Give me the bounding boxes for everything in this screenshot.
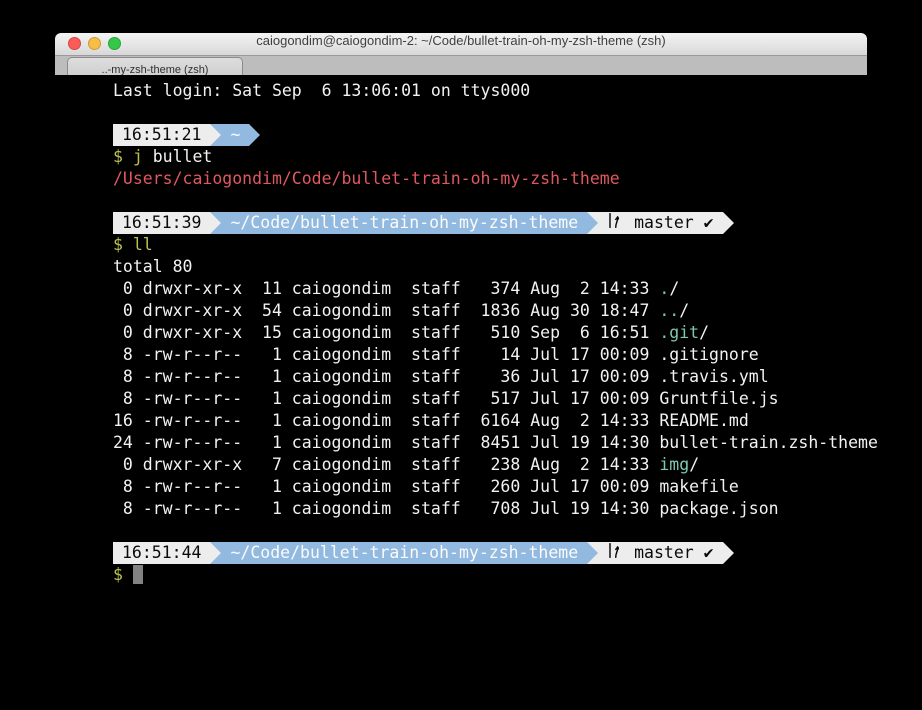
terminal-text-span: 24 -rw-r--r-- 1 caiogondim staff 8451 Ju… [113,433,878,452]
terminal-text-span: 8 -rw-r--r-- 1 caiogondim staff 708 Jul … [113,499,779,518]
file-row: 24 -rw-r--r-- 1 caiogondim staff 8451 Ju… [113,432,867,454]
prompt-path-segment: ~ [221,124,249,146]
powerline-arrow-triangle [249,124,260,146]
powerline-arrow-triangle [587,212,598,234]
terminal-text-span: $ [113,565,133,584]
terminal-body[interactable]: Last login: Sat Sep 6 13:06:01 on ttys00… [55,75,867,710]
terminal-text-span: 16 -rw-r--r-- 1 caiogondim staff 6164 Au… [113,411,749,430]
terminal-line: $ ll [113,234,867,256]
terminal-line: $ [113,564,867,586]
terminal-line: Last login: Sat Sep 6 13:06:01 on ttys00… [113,80,867,102]
terminal-text-span: $ j [113,147,143,166]
close-button[interactable] [68,37,81,50]
terminal-text-span: bullet [143,147,213,166]
terminal-text-span: Last login: Sat Sep 6 13:06:01 on ttys00… [113,81,530,100]
terminal-text-span: 8 -rw-r--r-- 1 caiogondim staff 14 Jul 1… [113,345,759,364]
powerline-arrow-triangle [210,124,221,146]
zoom-button[interactable] [108,37,121,50]
terminal-text-span: . [659,279,669,298]
git-clean-check-icon: ✔ [704,212,714,234]
terminal-window: caiogondim@caiogondim-2: ~/Code/bullet-t… [55,33,867,77]
file-row: 0 drwxr-xr-x 11 caiogondim staff 374 Aug… [113,278,867,300]
powerline-arrow-icon [249,124,260,146]
terminal-text-span: / [669,279,679,298]
prompt-line: 16:51:44 ~/Code/bullet-train-oh-my-zsh-th… [113,542,867,564]
text-cursor [133,565,143,584]
terminal-text-span: /Users/caiogondim/Code/bullet-train-oh-m… [113,169,620,188]
prompt-git-segment: master ✔ [598,542,722,564]
file-row: 8 -rw-r--r-- 1 caiogondim staff 517 Jul … [113,388,867,410]
git-branch-icon [607,542,619,565]
terminal-text-span: img [659,455,689,474]
terminal-text-span: / [689,455,699,474]
file-row: 0 drwxr-xr-x 7 caiogondim staff 238 Aug … [113,454,867,476]
terminal-text-span: / [699,323,709,342]
terminal-line [113,520,867,542]
window-controls [68,37,121,50]
terminal-line: total 80 [113,256,867,278]
minimize-button[interactable] [88,37,101,50]
terminal-line [113,190,867,212]
file-row: 16 -rw-r--r-- 1 caiogondim staff 6164 Au… [113,410,867,432]
powerline-arrow-icon [723,212,734,234]
file-row: 8 -rw-r--r-- 1 caiogondim staff 260 Jul … [113,476,867,498]
window-titlebar[interactable]: caiogondim@caiogondim-2: ~/Code/bullet-t… [55,33,867,56]
git-branch-icon [607,212,619,235]
terminal-text-span: 8 -rw-r--r-- 1 caiogondim staff 517 Jul … [113,389,779,408]
file-row: 8 -rw-r--r-- 1 caiogondim staff 708 Jul … [113,498,867,520]
terminal-text-span: 0 drwxr-xr-x 7 caiogondim staff 238 Aug … [113,455,659,474]
file-row: 8 -rw-r--r-- 1 caiogondim staff 36 Jul 1… [113,366,867,388]
powerline-arrow-icon [723,542,734,564]
powerline-arrow-triangle [587,542,598,564]
powerline-arrow-icon [587,212,598,234]
terminal-text-span: .git [659,323,699,342]
tab-active[interactable]: ..-my-zsh-theme (zsh) [67,57,243,76]
terminal-line: $ j bullet [113,146,867,168]
prompt-path-segment: ~/Code/bullet-train-oh-my-zsh-theme [221,542,587,564]
terminal-text-span: total 80 [113,257,192,276]
prompt-time-segment: 16:51:21 [113,124,210,146]
terminal-line: /Users/caiogondim/Code/bullet-train-oh-m… [113,168,867,190]
file-row: 0 drwxr-xr-x 54 caiogondim staff 1836 Au… [113,300,867,322]
git-branch-name: master [624,212,703,234]
powerline-arrow-icon [210,212,221,234]
powerline-arrow-icon [210,124,221,146]
terminal-text-span: / [679,301,689,320]
prompt-line: 16:51:21 ~ [113,124,867,146]
prompt-line: 16:51:39 ~/Code/bullet-train-oh-my-zsh-th… [113,212,867,234]
terminal-text-span: .. [659,301,679,320]
terminal-text-span: 0 drwxr-xr-x 54 caiogondim staff 1836 Au… [113,301,659,320]
git-branch-name: master [624,542,703,564]
powerline-arrow-triangle [210,542,221,564]
prompt-time-segment: 16:51:44 [113,542,210,564]
terminal-text-span: 8 -rw-r--r-- 1 caiogondim staff 36 Jul 1… [113,367,769,386]
powerline-arrow-triangle [723,212,734,234]
file-row: 0 drwxr-xr-x 15 caiogondim staff 510 Sep… [113,322,867,344]
terminal-text-span: 0 drwxr-xr-x 15 caiogondim staff 510 Sep… [113,323,659,342]
prompt-time-segment: 16:51:39 [113,212,210,234]
window-title: caiogondim@caiogondim-2: ~/Code/bullet-t… [55,33,867,48]
terminal-text-span: 8 -rw-r--r-- 1 caiogondim staff 260 Jul … [113,477,739,496]
powerline-arrow-triangle [210,212,221,234]
powerline-arrow-icon [587,542,598,564]
powerline-arrow-icon [210,542,221,564]
prompt-git-segment: master ✔ [598,212,722,234]
git-clean-check-icon: ✔ [704,542,714,564]
terminal-line [113,102,867,124]
terminal-text-span: $ ll [113,235,153,254]
powerline-arrow-triangle [723,542,734,564]
terminal-text-span: 0 drwxr-xr-x 11 caiogondim staff 374 Aug… [113,279,659,298]
tab-bar: ..-my-zsh-theme (zsh) [55,56,867,77]
file-row: 8 -rw-r--r-- 1 caiogondim staff 14 Jul 1… [113,344,867,366]
prompt-path-segment: ~/Code/bullet-train-oh-my-zsh-theme [221,212,587,234]
